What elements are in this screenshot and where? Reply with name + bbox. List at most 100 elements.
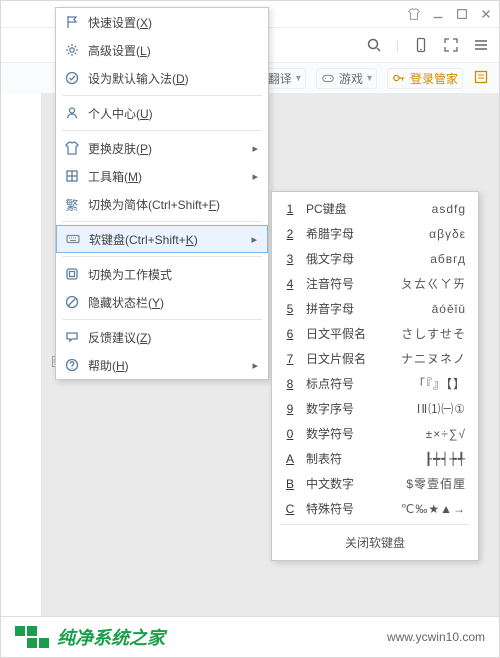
softkbd-hotkey: 0	[284, 427, 296, 441]
softkbd-option[interactable]: 0 数学符号 ±×÷∑√	[272, 421, 478, 446]
menu-item[interactable]: 切换为工作模式	[56, 260, 268, 288]
menu-item[interactable]: 软键盘(Ctrl+Shift+K)▸	[56, 225, 268, 253]
softkbd-hotkey: C	[284, 502, 296, 516]
softkbd-name: 数字序号	[306, 400, 366, 417]
menu-item-label: 工具箱(M)	[88, 168, 244, 185]
menu-item[interactable]: 快速设置(X)	[56, 8, 268, 36]
softkbd-sample: ┠┿┥┾╃	[376, 452, 466, 466]
softkbd-hotkey: 8	[284, 377, 296, 391]
softkbd-name: 希腊字母	[306, 225, 366, 242]
menu-item[interactable]: 隐藏状态栏(Y)	[56, 288, 268, 316]
menu-item-label: 个人中心(U)	[88, 105, 258, 122]
game-tool[interactable]: 游戏 ▾	[316, 68, 377, 89]
menu-item-label: 帮助(H)	[88, 357, 244, 374]
softkbd-sample: 「『』【】	[376, 375, 466, 392]
hide-icon	[64, 294, 80, 310]
softkbd-option[interactable]: 9数字序号ⅠⅡ⑴㈠①	[272, 396, 478, 421]
toolbar-separator: |	[396, 38, 399, 52]
softkbd-name: 数学符号	[306, 425, 366, 442]
user-icon	[64, 105, 80, 121]
softkbd-hotkey: 2	[284, 227, 296, 241]
fullscreen-icon[interactable]	[443, 37, 459, 53]
close-softkbd[interactable]: 关闭软键盘	[272, 528, 478, 556]
brand-logo-icon	[15, 626, 49, 648]
menu-item[interactable]: 更换皮肤(P) ▸	[56, 134, 268, 162]
softkbd-name: 拼音字母	[306, 300, 366, 317]
menu-item-label: 切换为工作模式	[88, 266, 258, 283]
tshirt-icon[interactable]	[407, 7, 421, 21]
check-icon	[64, 70, 80, 86]
softkbd-option[interactable]: 6日文平假名さしすせそ	[272, 321, 478, 346]
menu-item[interactable]: 设为默认输入法(D)	[56, 64, 268, 92]
help-icon	[64, 357, 80, 373]
submenu-arrow-icon: ▸	[251, 233, 257, 246]
submenu-arrow-icon: ▸	[252, 142, 258, 155]
softkbd-sample: αβγδε	[376, 227, 466, 241]
menu-item[interactable]: 繁切换为简体(Ctrl+Shift+F)	[56, 190, 268, 218]
softkbd-sample: абвгд	[376, 252, 466, 266]
softkbd-option[interactable]: 5拼音字母āóěǐǔ	[272, 296, 478, 321]
softkbd-sample: ±×÷∑√	[376, 427, 466, 441]
softkbd-option[interactable]: A制表符┠┿┥┾╃	[272, 446, 478, 471]
softkbd-sample: asdfg	[376, 202, 466, 216]
menu-item[interactable]: 高级设置(L)	[56, 36, 268, 64]
soft-keyboard-submenu[interactable]: 1PC键盘asdfg2希腊字母αβγδε3俄文字母абвгд4注音符号ㄆㄊㄍㄚㄞ…	[271, 191, 479, 561]
softkbd-option[interactable]: 1PC键盘asdfg	[272, 196, 478, 221]
menu-icon[interactable]	[473, 37, 489, 53]
softkbd-sample: ⅠⅡ⑴㈠①	[376, 400, 466, 417]
softkbd-sample: ㄆㄊㄍㄚㄞ	[376, 275, 466, 292]
menu-item[interactable]: 反馈建议(Z)	[56, 323, 268, 351]
menu-item[interactable]: 工具箱(M)▸	[56, 162, 268, 190]
softkbd-option[interactable]: 8 标点符号「『』【】	[272, 371, 478, 396]
feedback-icon	[64, 329, 80, 345]
chevron-down-icon: ▾	[367, 73, 372, 84]
softkbd-option[interactable]: 3俄文字母абвгд	[272, 246, 478, 271]
maximize-icon[interactable]	[455, 7, 469, 21]
softkbd-sample: ℃‰★▲→	[376, 502, 466, 516]
softkbd-option[interactable]: 7日文片假名ナニヌネノ	[272, 346, 478, 371]
softkbd-sample: $零壹佰厘	[376, 475, 466, 492]
softkbd-option[interactable]: B 中文数字 $零壹佰厘	[272, 471, 478, 496]
menu-item-label: 更换皮肤(P)	[88, 140, 244, 157]
note-icon[interactable]	[473, 69, 489, 88]
softkbd-hotkey: A	[284, 452, 296, 466]
gamepad-icon	[321, 71, 335, 85]
login-manager-tool[interactable]: 登录管家	[387, 68, 463, 89]
watermark-footer: 纯净系统之家 www.ycwin10.com	[1, 616, 499, 657]
close-icon[interactable]	[479, 7, 493, 21]
phone-icon[interactable]	[413, 37, 429, 53]
mode-icon	[64, 266, 80, 282]
menu-item[interactable]: 个人中心(U)	[56, 99, 268, 127]
softkbd-option[interactable]: 2 希腊字母 αβγδε	[272, 221, 478, 246]
translate-label: 翻译	[268, 70, 292, 87]
tools-icon	[64, 168, 80, 184]
menu-item[interactable]: 帮助(H)▸	[56, 351, 268, 379]
softkbd-name: 特殊符号	[306, 500, 366, 517]
softkbd-hotkey: 1	[284, 202, 296, 216]
menu-separator	[62, 256, 262, 257]
brand-url: www.ycwin10.com	[387, 630, 485, 644]
softkbd-option[interactable]: 4注音符号ㄆㄊㄍㄚㄞ	[272, 271, 478, 296]
softkbd-name: 中文数字	[306, 475, 366, 492]
softkbd-option[interactable]: C 特殊符号 ℃‰★▲→	[272, 496, 478, 521]
search-icon[interactable]	[366, 37, 382, 53]
softkbd-name: 注音符号	[306, 275, 366, 292]
minimize-icon[interactable]	[431, 7, 445, 21]
brand-name: 纯净系统之家	[57, 624, 165, 650]
softkbd-name: 俄文字母	[306, 250, 366, 267]
softkbd-hotkey: B	[284, 477, 296, 491]
softkbd-name: 日文片假名	[306, 350, 366, 367]
menu-item-label: 隐藏状态栏(Y)	[88, 294, 258, 311]
menu-item-label: 快速设置(X)	[88, 14, 258, 31]
app-window: | Aあ 翻译 ▾ 游戏 ▾ 登录管家 图库暂	[0, 0, 500, 658]
softkbd-name: 日文平假名	[306, 325, 366, 342]
context-menu[interactable]: 快速设置(X) 高级设置(L)设为默认输入法(D) 个人中心(U) 更换皮肤(P) ▸ 工…	[55, 7, 269, 380]
softkbd-sample: さしすせそ	[376, 325, 466, 342]
softkbd-name: 标点符号	[306, 375, 366, 392]
softkbd-sample: ナニヌネノ	[376, 350, 466, 367]
keyboard-icon	[65, 231, 81, 247]
menu-separator	[62, 221, 262, 222]
chevron-down-icon: ▾	[296, 73, 301, 84]
softkbd-sample: āóěǐǔ	[376, 302, 466, 316]
key-icon	[392, 71, 406, 85]
